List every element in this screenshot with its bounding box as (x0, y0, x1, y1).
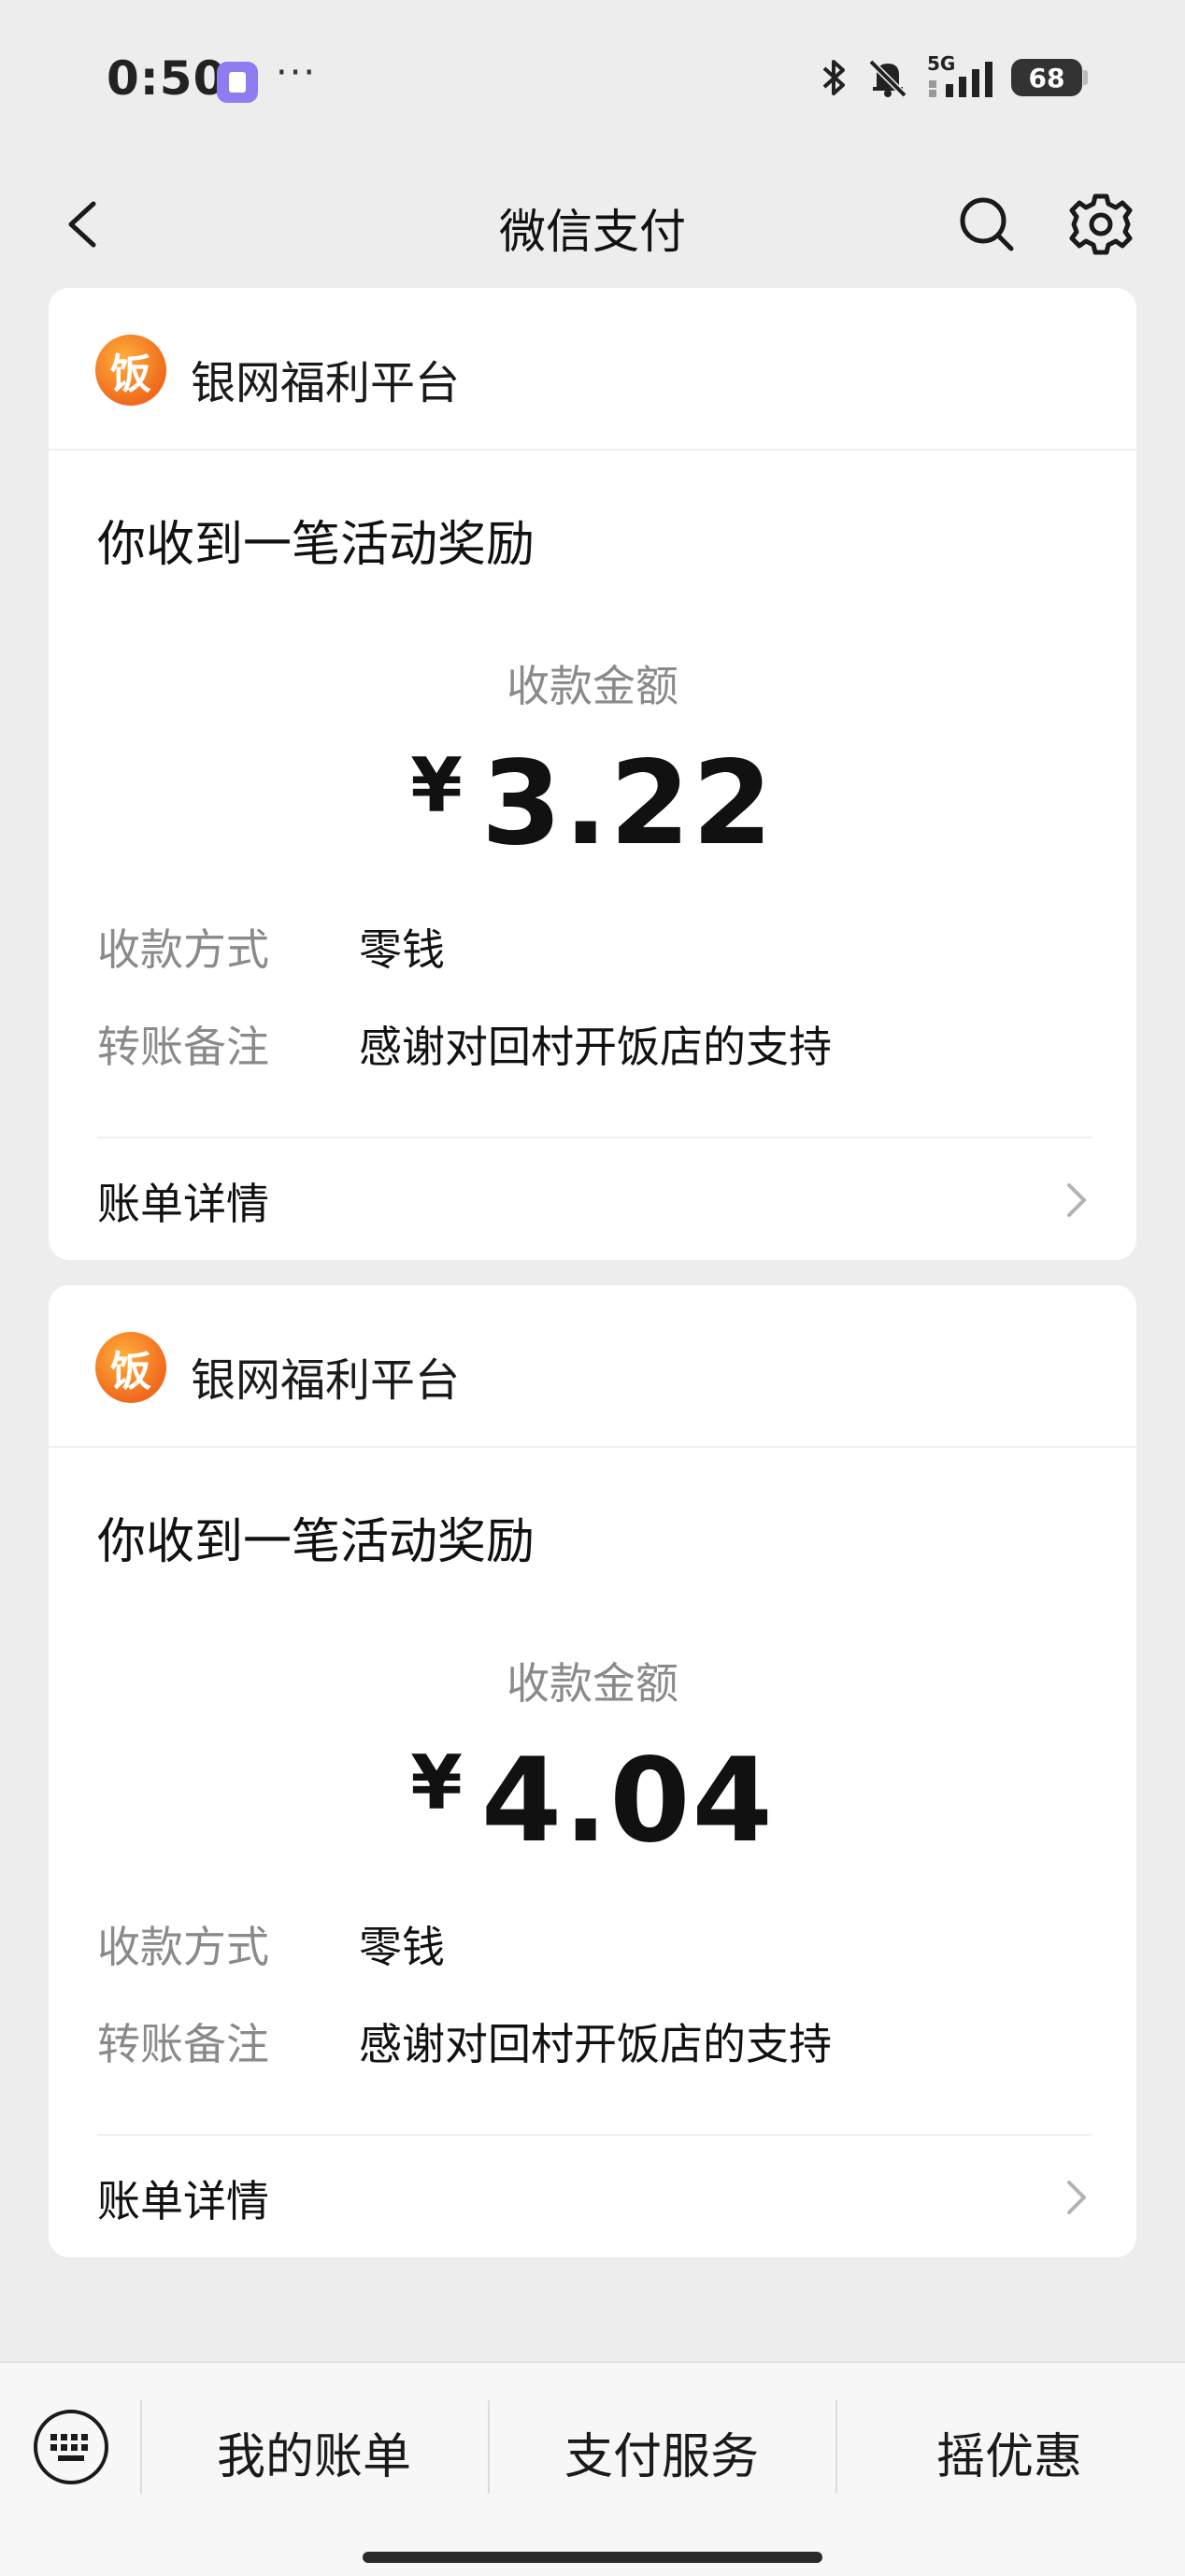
mute-icon (868, 59, 907, 98)
transfer-note-row: 转账备注 感谢对回村开饭店的支持 (97, 2011, 832, 2072)
system-icons: 5G 68 (821, 52, 1088, 99)
payment-method-label: 收款方式 (97, 1922, 269, 1972)
payment-method-value: 零钱 (359, 1922, 445, 1972)
transfer-note-label: 转账备注 (97, 2019, 269, 2069)
chevron-right-icon[interactable] (1058, 1172, 1095, 1228)
amount-value: 3.22 (480, 737, 775, 871)
nav-bar: 微信支付 (0, 159, 1185, 290)
merchant-logo-icon: 饭 (95, 1332, 166, 1403)
search-icon[interactable] (949, 187, 1024, 262)
payment-message-card: 饭 银网福利平台 你收到一笔活动奖励 收款金额 ¥3.22 收款方式 零钱 转账备… (49, 288, 1136, 1260)
merchant-name[interactable]: 银网福利平台 (191, 1343, 460, 1409)
bill-details-link[interactable]: 账单详情 (97, 2168, 269, 2229)
amount-label: 收款金额 (507, 661, 678, 711)
bottom-menu-bar: 我的账单 支付服务 摇优惠 (0, 2361, 1185, 2576)
status-time: 0:50 (107, 51, 227, 106)
amount-value: 4.04 (480, 1734, 775, 1868)
divider (97, 2134, 1092, 2136)
payment-method-row: 收款方式 零钱 (97, 916, 445, 978)
card-header: 饭 银网福利平台 (49, 288, 1136, 451)
keyboard-icon[interactable] (32, 2408, 110, 2486)
message-title: 你收到一笔活动奖励 (97, 1514, 535, 1570)
menu-payment-services[interactable]: 支付服务 (488, 2417, 835, 2487)
transfer-note-label: 转账备注 (97, 1022, 269, 1072)
signal-icon: 5G (927, 52, 994, 99)
transfer-note-row: 转账备注 感谢对回村开饭店的支持 (97, 1013, 832, 1075)
payment-method-row: 收款方式 零钱 (97, 1913, 445, 1975)
message-title: 你收到一笔活动奖励 (97, 517, 535, 573)
app-notification-icon (217, 62, 258, 103)
divider (97, 1137, 1092, 1138)
bill-details-link[interactable]: 账单详情 (97, 1170, 269, 1232)
payment-method-label: 收款方式 (97, 924, 269, 975)
transfer-note-value: 感谢对回村开饭店的支持 (359, 1022, 832, 1072)
payment-message-card: 饭 银网福利平台 你收到一笔活动奖励 收款金额 ¥4.04 收款方式 零钱 转账备… (49, 1285, 1136, 2257)
more-notifications-icon: ··· (276, 51, 318, 94)
merchant-name[interactable]: 银网福利平台 (191, 346, 460, 411)
gear-icon[interactable] (1062, 185, 1140, 264)
card-header: 饭 银网福利平台 (49, 1285, 1136, 1448)
battery-level: 68 (1028, 62, 1065, 93)
status-bar: 0:50 ··· 5G 68 (0, 0, 1185, 159)
amount: ¥3.22 (49, 737, 1136, 871)
payment-method-value: 零钱 (359, 924, 445, 975)
menu-my-bills[interactable]: 我的账单 (140, 2417, 488, 2487)
currency-symbol: ¥ (410, 742, 463, 829)
amount: ¥4.04 (49, 1734, 1136, 1868)
amount-label: 收款金额 (507, 1658, 678, 1709)
bluetooth-icon (822, 60, 845, 95)
merchant-logo-icon: 饭 (95, 335, 166, 406)
battery-icon: 68 (1011, 59, 1088, 96)
currency-symbol: ¥ (410, 1739, 463, 1826)
home-indicator[interactable] (363, 2552, 822, 2563)
transfer-note-value: 感谢对回村开饭店的支持 (359, 2019, 832, 2069)
menu-shake-deals[interactable]: 摇优惠 (835, 2417, 1183, 2487)
chevron-right-icon[interactable] (1058, 2169, 1095, 2225)
